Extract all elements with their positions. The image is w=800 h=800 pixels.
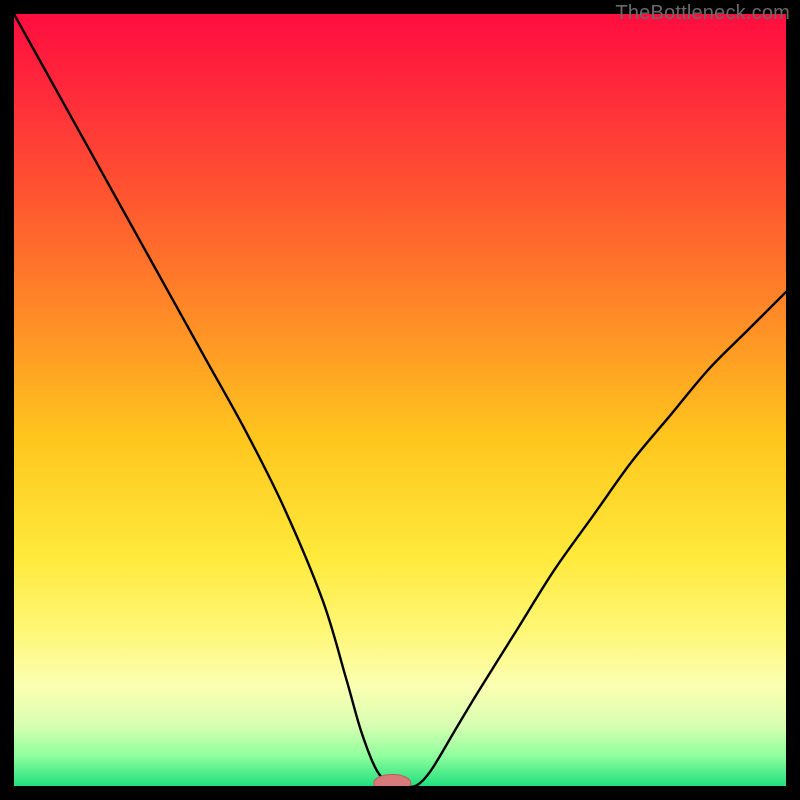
attribution-label: TheBottleneck.com [615,2,790,25]
gradient-background [14,14,786,786]
chart-frame: TheBottleneck.com [0,0,800,800]
bottleneck-chart [14,14,786,786]
plot-area [14,14,786,786]
